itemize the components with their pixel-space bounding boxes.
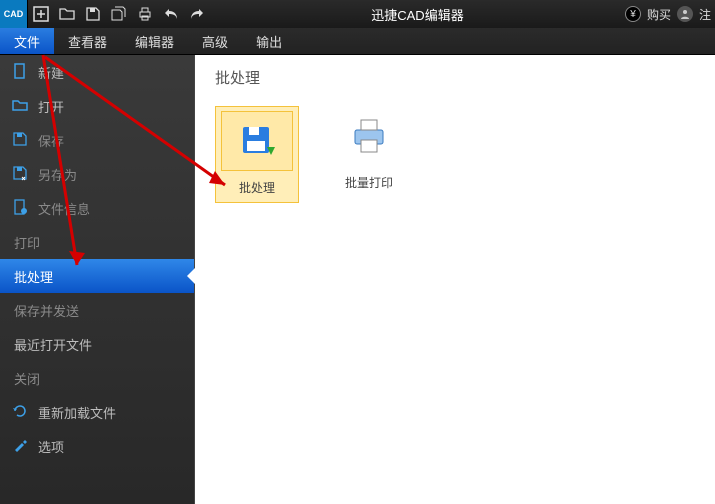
sidebar-item-1[interactable]: 打开 (0, 89, 194, 123)
menu-item-0[interactable]: 文件 (0, 28, 54, 54)
content-heading: 批处理 (215, 67, 695, 88)
user-avatar-icon[interactable] (677, 6, 693, 22)
sidebar-item-0[interactable]: 新建 (0, 55, 194, 89)
tile-grid: 批处理 批量打印 (215, 106, 695, 203)
menu-item-2[interactable]: 编辑器 (121, 28, 188, 54)
menu-item-4[interactable]: 输出 (242, 28, 296, 54)
sidebar-item-8[interactable]: 最近打开文件 (0, 327, 194, 361)
sidebar-item-label: 另存为 (38, 165, 77, 184)
menu-item-3[interactable]: 高级 (188, 28, 242, 54)
new-icon (12, 63, 28, 82)
sidebar-item-label: 重新加载文件 (38, 403, 116, 422)
undo-icon[interactable] (158, 0, 184, 28)
sidebar-item-2[interactable]: 保存 (0, 123, 194, 157)
menubar: 文件查看器编辑器高级输出 (0, 28, 715, 55)
reload-icon (12, 403, 28, 422)
sidebar-item-label: 打印 (14, 233, 40, 252)
open-folder-icon[interactable] (54, 0, 80, 28)
sidebar-item-label: 保存并发送 (14, 301, 79, 320)
new-doc-icon[interactable] (28, 0, 54, 28)
sidebar-item-4[interactable]: 文件信息 (0, 191, 194, 225)
user-label[interactable]: 注 (699, 6, 711, 23)
info-icon (12, 199, 28, 218)
sidebar-item-11[interactable]: 选项 (0, 429, 194, 463)
sidebar-item-9[interactable]: 关闭 (0, 361, 194, 395)
app-title: 迅捷CAD编辑器 (210, 5, 625, 24)
sidebar-item-label: 关闭 (14, 369, 40, 388)
sidebar-item-label: 保存 (38, 131, 64, 150)
save-icon (12, 131, 28, 150)
file-menu-sidebar: 新建打开保存另存为文件信息打印批处理保存并发送最近打开文件关闭重新加载文件选项 (0, 55, 195, 504)
print-icon[interactable] (132, 0, 158, 28)
sidebar-item-3[interactable]: 另存为 (0, 157, 194, 191)
sidebar-item-6[interactable]: 批处理 (0, 259, 194, 293)
options-icon (12, 437, 28, 456)
batch-save-icon (221, 111, 293, 171)
sidebar-item-10[interactable]: 重新加载文件 (0, 395, 194, 429)
sidebar-item-label: 新建 (38, 63, 64, 82)
sidebar-item-label: 选项 (38, 437, 64, 456)
menu-item-1[interactable]: 查看器 (54, 28, 121, 54)
sidebar-item-7[interactable]: 保存并发送 (0, 293, 194, 327)
sidebar-item-label: 最近打开文件 (14, 335, 92, 354)
batch-print-icon (333, 106, 405, 166)
saveas-icon (12, 165, 28, 184)
sidebar-item-label: 打开 (38, 97, 64, 116)
tile-label: 批处理 (216, 179, 298, 196)
tile-1[interactable]: 批量打印 (329, 106, 409, 203)
redo-icon[interactable] (184, 0, 210, 28)
currency-icon[interactable]: ¥ (625, 6, 641, 22)
sidebar-item-label: 文件信息 (38, 199, 90, 218)
sidebar-item-5[interactable]: 打印 (0, 225, 194, 259)
sidebar-item-label: 批处理 (14, 267, 53, 286)
content-pane: 批处理 批处理批量打印 (195, 55, 715, 504)
tile-label: 批量打印 (329, 174, 409, 191)
tile-0[interactable]: 批处理 (215, 106, 299, 203)
titlebar: CAD 迅捷CAD编辑器 ¥ 购买 注 (0, 0, 715, 28)
open-icon (12, 97, 28, 116)
save-icon[interactable] (80, 0, 106, 28)
saveall-icon[interactable] (106, 0, 132, 28)
app-logo: CAD (0, 0, 28, 28)
buy-link[interactable]: 购买 (647, 6, 671, 23)
